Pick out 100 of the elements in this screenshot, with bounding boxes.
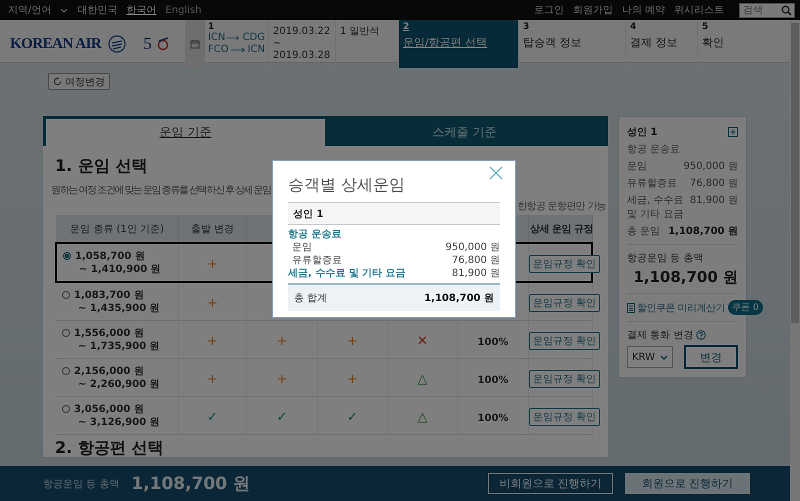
fare-item-label: 운임 bbox=[291, 241, 312, 254]
coupon-calculator-link[interactable]: 할인쿠폰 미리계산기 bbox=[627, 300, 726, 314]
fare-group-label: 항공 운송료 bbox=[627, 143, 682, 156]
section-title: 2. 항공편 선택 bbox=[55, 439, 164, 457]
fare-item-label: 운임 bbox=[627, 160, 648, 173]
top-link[interactable]: 위시리스트 bbox=[674, 3, 724, 17]
arrow-icon bbox=[227, 35, 241, 41]
plus-icon: + bbox=[276, 372, 288, 387]
airport-code: ICN bbox=[248, 44, 265, 56]
change-currency-button[interactable]: 변경 bbox=[684, 345, 738, 369]
plus-icon: + bbox=[347, 334, 358, 349]
fare-note: 한항공 운항편만 가능 bbox=[517, 200, 606, 213]
step-number: 1 bbox=[208, 22, 216, 32]
anniversary-swoosh-icon bbox=[156, 37, 170, 51]
total-amount: 1,108,700 원 bbox=[424, 292, 494, 305]
caret-icon bbox=[60, 8, 68, 12]
arrow-icon bbox=[230, 47, 246, 53]
fare-item-amount: 81,900 원 bbox=[452, 267, 500, 280]
total-amount: 1,108,700 원 bbox=[131, 473, 250, 495]
plus-icon: + bbox=[207, 334, 218, 349]
passenger-label: 성인 1 bbox=[293, 208, 324, 220]
airport-code: CDG bbox=[242, 32, 265, 44]
fare-rules-button[interactable]: 운임규정 확인 bbox=[529, 332, 600, 350]
expand-icon[interactable] bbox=[728, 127, 738, 137]
top-link[interactable]: 로그인 bbox=[534, 3, 564, 17]
scrollbar[interactable] bbox=[790, 20, 800, 501]
fare-price-max: ~ 1,410,900 원 bbox=[78, 262, 161, 276]
fare-item-label: 세금, 수수료 및 기타 요금 bbox=[288, 267, 406, 280]
help-icon[interactable] bbox=[696, 330, 706, 340]
triangle-icon: △ bbox=[418, 372, 428, 387]
fare-rules-button[interactable]: 운임규정 확인 bbox=[529, 408, 600, 426]
step-tab[interactable]: 2 운임/항공편 선택 bbox=[398, 20, 518, 68]
fare-price-max: ~ 1,435,900 원 bbox=[77, 302, 160, 314]
fare-price: 1,058,700 원 bbox=[75, 250, 146, 262]
fare-item-amount: 81,900 원 bbox=[690, 194, 738, 207]
region-language-link[interactable]: 지역/언어 bbox=[8, 3, 52, 17]
fare-item-amount: 950,000 원 bbox=[683, 160, 738, 173]
tab[interactable]: 스케줄 기준 bbox=[325, 119, 604, 146]
refund-rate: 100% bbox=[478, 413, 508, 424]
section-description: 원하는 여정 조건에 맞는 운임 종류를 선택하신 후 상세 운임 bbox=[51, 184, 272, 197]
fare-item-label: 유류할증료 bbox=[627, 177, 678, 190]
fare-rules-button[interactable]: 운임규정 확인 bbox=[529, 370, 600, 388]
plus-icon: + bbox=[347, 372, 358, 387]
check-icon: ✓ bbox=[276, 410, 288, 425]
airport-code: ICN bbox=[208, 32, 226, 44]
fare-price-max: ~ 3,126,900 원 bbox=[77, 416, 160, 428]
language-link[interactable]: English bbox=[165, 4, 202, 16]
fare-price: 1,083,700 원 bbox=[74, 288, 145, 302]
proceed-button[interactable]: 비회원으로 진행하기 bbox=[488, 473, 613, 494]
radio-button[interactable] bbox=[62, 366, 70, 374]
chevron-icon bbox=[660, 354, 668, 360]
grand-total-label: 항공운임 등 총액 bbox=[627, 252, 704, 265]
fare-item-label: 세금, 수수료 및 기타 요금 bbox=[627, 194, 684, 221]
step-tab[interactable]: 4 결제 정보 bbox=[625, 20, 697, 68]
fare-total-label: 총 운임 bbox=[627, 225, 660, 238]
fare-rules-button[interactable]: 운임규정 확인 bbox=[529, 294, 600, 312]
calendar-icon bbox=[190, 39, 200, 49]
refund-rate: 100% bbox=[478, 375, 508, 386]
fare-item-amount: 950,000 원 bbox=[445, 241, 500, 254]
currency-select[interactable]: KRW bbox=[627, 346, 673, 368]
fare-price-max: ~ 1,735,900 원 bbox=[77, 340, 160, 352]
language-link[interactable]: 한국어 bbox=[126, 3, 156, 17]
top-link[interactable]: 회원가입 bbox=[572, 3, 613, 17]
logo-wordmark[interactable]: KOREAN AIR bbox=[10, 36, 102, 52]
trip-dates: 2019.03.22 ~ 2019.03.28 bbox=[273, 26, 331, 62]
fare-total-amount: 1,108,700 원 bbox=[668, 225, 738, 238]
airport-code: FCO bbox=[208, 44, 229, 56]
fare-item-amount: 76,800 원 bbox=[690, 177, 738, 190]
check-icon: ✓ bbox=[347, 410, 358, 425]
currency-label: 결제 통화 변경 bbox=[627, 329, 694, 342]
radio-button[interactable] bbox=[62, 290, 70, 298]
total-label: 항공운임 등 총액 bbox=[43, 478, 120, 490]
tab[interactable]: 운임 기준 bbox=[46, 119, 325, 146]
refund-rate: 100% bbox=[478, 337, 508, 348]
proceed-button[interactable]: 회원으로 진행하기 bbox=[625, 473, 750, 494]
radio-button[interactable] bbox=[63, 252, 71, 260]
plus-icon: + bbox=[276, 334, 288, 349]
top-link[interactable]: 나의 예약 bbox=[622, 3, 665, 17]
search-field[interactable]: 검색 bbox=[739, 2, 795, 18]
dialog-title: 승객별 상세운임 bbox=[288, 175, 406, 196]
calendar-tab[interactable] bbox=[185, 20, 205, 68]
radio-button[interactable] bbox=[62, 404, 70, 412]
country-link[interactable]: 대한민국 bbox=[77, 3, 118, 17]
check-icon: ✓ bbox=[207, 410, 218, 425]
plus-icon: + bbox=[207, 296, 218, 311]
passenger-label: 성인 1 bbox=[627, 126, 658, 139]
fare-rules-button[interactable]: 운임규정 확인 bbox=[529, 255, 600, 273]
column-header: 운임 종류 (1인 기준) bbox=[70, 224, 164, 234]
fare-price: 2,156,000 원 bbox=[74, 364, 145, 378]
fare-price: 3,056,000 원 bbox=[74, 402, 145, 416]
fare-item-label: 항공 운송료 bbox=[288, 228, 342, 241]
plus-icon: + bbox=[207, 372, 218, 387]
radio-button[interactable] bbox=[62, 328, 70, 336]
coupon-badge: 쿠폰 0 bbox=[728, 300, 763, 315]
anniversary-logo: 5 bbox=[143, 34, 152, 54]
fare-item-label: 유류할증료 bbox=[291, 254, 342, 267]
cabin-class: 1 일반석 bbox=[340, 26, 381, 38]
step-tab[interactable]: 3 탑승객 정보 bbox=[518, 20, 625, 68]
change-itinerary-button[interactable]: 여정변경 bbox=[48, 73, 110, 90]
close-icon[interactable] bbox=[489, 166, 503, 180]
